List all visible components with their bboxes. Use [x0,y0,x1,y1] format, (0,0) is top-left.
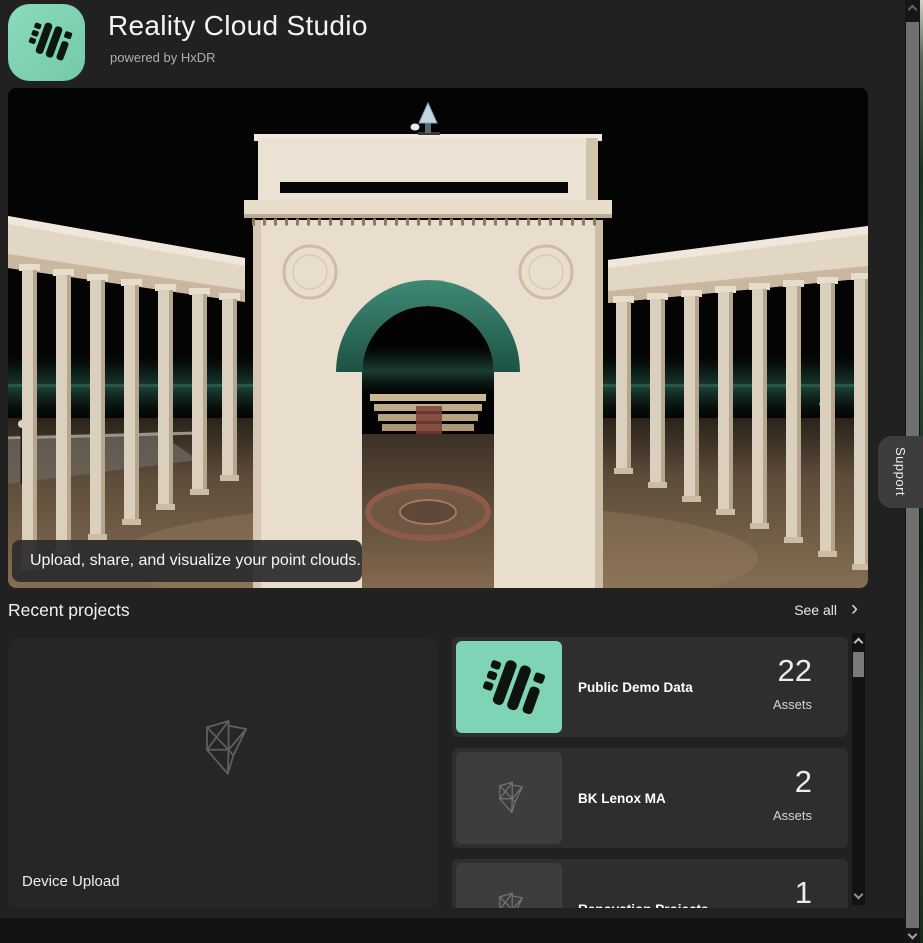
app-logo [8,4,85,81]
project-asset-unit: Assets [692,808,812,823]
device-upload-card[interactable]: Device Upload [8,638,438,908]
project-card-renovation-projects[interactable]: Renovation Projects 1 Assets [452,859,848,908]
hero-banner[interactable]: Upload, share, and visualize your point … [8,88,868,588]
project-asset-count: 22 [692,653,812,689]
support-tab[interactable]: Support [878,436,923,508]
recent-projects-heading: Recent projects [8,600,130,621]
recent-projects-list: Public Demo Data 22 Assets BK Lenox MA 2… [452,630,848,908]
project-list-scrollbar[interactable] [852,633,865,905]
page-title: Reality Cloud Studio [108,10,368,42]
project-asset-count: 1 [692,875,812,908]
project-title: Public Demo Data [578,637,693,737]
project-thumbnail [456,641,562,733]
chevron-right-icon: › [851,602,858,616]
project-card-public-demo-data[interactable]: Public Demo Data 22 Assets [452,637,848,737]
project-thumbnail [456,752,562,844]
see-all-label: See all [794,602,837,618]
hxdr-logo-icon [465,645,553,730]
project-asset-unit: Assets [692,697,812,712]
hero-caption: Upload, share, and visualize your point … [12,540,362,582]
project-title: BK Lenox MA [578,748,666,848]
device-upload-label: Device Upload [22,873,120,890]
point-cloud-wireframe-icon [486,884,532,909]
see-all-link[interactable]: See all › [794,602,858,618]
support-tab-label: Support [893,447,908,496]
project-card-bk-lenox-ma[interactable]: BK Lenox MA 2 Assets [452,748,848,848]
point-cloud-monument-image [8,88,868,588]
point-cloud-wireframe-icon [486,773,532,824]
project-thumbnail [456,863,562,908]
point-cloud-wireframe-icon [183,700,263,795]
project-title: Renovation Projects [578,859,709,908]
hxdr-logo-icon [19,12,75,73]
reality-cloud-studio-window: Reality Cloud Studio powered by HxDR [0,0,923,943]
page-subtitle: powered by HxDR [110,50,216,65]
project-asset-count: 2 [692,764,812,800]
bottom-strip [0,918,905,943]
project-list-scrollbar-thumb[interactable] [853,652,864,677]
